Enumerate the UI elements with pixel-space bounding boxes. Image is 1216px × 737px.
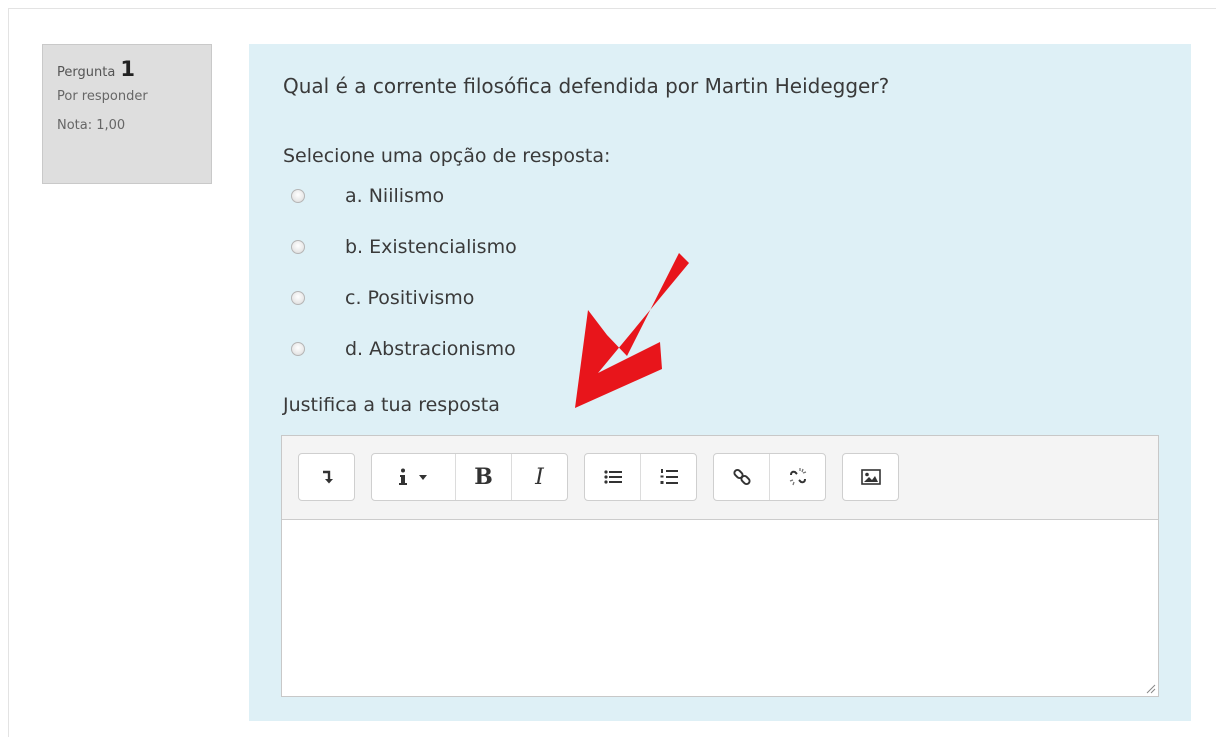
- resize-handle-icon[interactable]: [1144, 682, 1156, 694]
- question-label: Pergunta: [57, 65, 116, 80]
- radio-button[interactable]: [291, 189, 305, 203]
- question-number: 1: [120, 57, 136, 81]
- answer-option-c[interactable]: c. Positivismo: [291, 287, 474, 309]
- question-heading: Pergunta 1: [57, 57, 197, 81]
- toolbar-group-links: [713, 453, 826, 501]
- answer-prompt: Selecione uma opção de resposta:: [283, 145, 611, 167]
- radio-button[interactable]: [291, 240, 305, 254]
- option-label[interactable]: a. Niilismo: [345, 185, 444, 207]
- collapse-toolbar-icon: [322, 470, 333, 484]
- radio-button[interactable]: [291, 291, 305, 305]
- toolbar-group-collapse: [298, 453, 355, 501]
- paragraph-style-icon: [398, 468, 427, 485]
- toolbar-group-style: B I: [371, 453, 568, 501]
- ordered-list-icon: [660, 469, 678, 484]
- editor-toolbar: B I: [282, 436, 1158, 520]
- option-label[interactable]: c. Positivismo: [345, 287, 474, 309]
- option-label[interactable]: b. Existencialismo: [345, 236, 517, 258]
- unlink-icon: [789, 468, 806, 486]
- question-grade: Nota: 1,00: [57, 118, 126, 133]
- toolbar-group-lists: [584, 453, 697, 501]
- collapse-toolbar-button[interactable]: [299, 454, 354, 500]
- answer-option-d[interactable]: d. Abstracionismo: [291, 338, 516, 360]
- insert-image-button[interactable]: [843, 454, 898, 500]
- unlink-button[interactable]: [770, 454, 825, 500]
- ordered-list-button[interactable]: [641, 454, 696, 500]
- question-content: Qual é a corrente filosófica defendida p…: [249, 44, 1191, 721]
- answer-option-a[interactable]: a. Niilismo: [291, 185, 444, 207]
- radio-button[interactable]: [291, 342, 305, 356]
- editor-text-area[interactable]: [282, 521, 1158, 696]
- option-label[interactable]: d. Abstracionismo: [345, 338, 516, 360]
- question-info-box: Pergunta 1 Por responder Nota: 1,00: [42, 44, 212, 184]
- italic-button[interactable]: I: [512, 454, 567, 500]
- unordered-list-icon: [603, 470, 622, 484]
- red-arrow-annotation: [575, 253, 689, 408]
- question-text: Qual é a corrente filosófica defendida p…: [283, 74, 890, 98]
- unordered-list-button[interactable]: [585, 454, 641, 500]
- toolbar-group-media: [842, 453, 899, 501]
- image-icon: [860, 469, 881, 485]
- paragraph-style-button[interactable]: [372, 454, 456, 500]
- rich-text-editor: B I: [281, 435, 1159, 697]
- link-button[interactable]: [714, 454, 770, 500]
- link-icon: [732, 468, 751, 486]
- bold-button[interactable]: B: [456, 454, 512, 500]
- question-status: Por responder: [57, 89, 148, 104]
- answer-option-b[interactable]: b. Existencialismo: [291, 236, 517, 258]
- justification-label: Justifica a tua resposta: [283, 394, 500, 416]
